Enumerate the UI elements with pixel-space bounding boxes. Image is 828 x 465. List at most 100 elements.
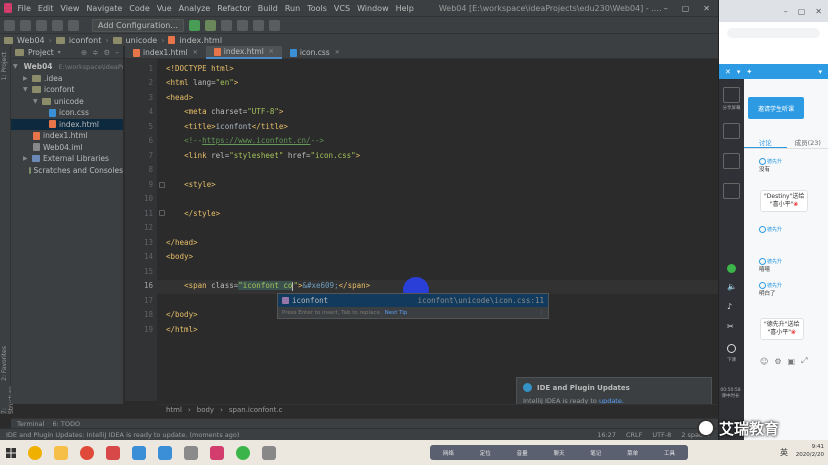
tray-item[interactable]: 工具 <box>664 449 675 457</box>
menu-view[interactable]: View <box>60 4 79 13</box>
app-icon[interactable] <box>262 445 276 460</box>
menu-tools[interactable]: Tools <box>307 4 327 13</box>
close-tab-icon[interactable]: ✕ <box>193 49 198 56</box>
app-icon[interactable] <box>184 445 198 460</box>
crumb-span[interactable]: span.iconfont.c <box>229 406 283 414</box>
minimize-icon[interactable]: – <box>664 4 668 13</box>
project-tool-tab[interactable]: 1: Project <box>1 52 8 80</box>
app-icon[interactable] <box>236 445 250 460</box>
star-icon[interactable]: ✦ <box>746 68 752 76</box>
maximize-icon[interactable]: ▢ <box>798 7 806 16</box>
menu-code[interactable]: Code <box>129 4 149 13</box>
back-icon[interactable] <box>52 19 63 31</box>
app-icon[interactable] <box>158 445 172 460</box>
menu-run[interactable]: Run <box>285 4 300 13</box>
tree-item-index1-html[interactable]: index1.html <box>11 130 123 142</box>
tab-icon-css[interactable]: icon.css ✕ <box>282 46 348 59</box>
tree-item-icon-css[interactable]: icon.css <box>11 107 123 119</box>
favorites-tool-tab[interactable]: 2: Favorites <box>1 346 8 381</box>
search-icon[interactable] <box>28 445 42 460</box>
stop-icon[interactable] <box>236 19 248 31</box>
music-icon[interactable]: ♪ <box>727 302 736 311</box>
settings-icon[interactable]: ⚙ <box>774 357 781 366</box>
code-editor[interactable]: <!DOCTYPE html> <html lang="en"> <head> … <box>157 59 718 401</box>
tray-item[interactable]: 定位 <box>480 449 491 457</box>
maximize-icon[interactable]: ▢ <box>682 4 690 13</box>
document-icon[interactable] <box>723 183 740 199</box>
tray-item[interactable]: 笔记 <box>590 449 601 457</box>
project-structure-icon[interactable] <box>252 19 264 31</box>
system-clock[interactable]: 9:41 2020/2/20 <box>796 443 824 459</box>
emoji-icon[interactable]: ☺ <box>760 357 768 366</box>
menu-file[interactable]: File <box>18 4 31 13</box>
menu-window[interactable]: Window <box>357 4 389 13</box>
collapse-icon[interactable]: ▾ <box>818 68 828 76</box>
tree-item-web04-iml[interactable]: Web04.iml <box>11 142 123 154</box>
share-screen-icon[interactable] <box>723 87 740 103</box>
chevron-right-icon[interactable]: ▶ <box>23 75 29 82</box>
crumb-body[interactable]: body <box>197 406 214 414</box>
tab-discussion[interactable]: 讨论 <box>744 137 787 148</box>
run-icon[interactable] <box>188 19 200 31</box>
tray-item[interactable]: 网络 <box>443 449 454 457</box>
terminal-tab[interactable]: Terminal <box>17 420 44 428</box>
end-class-icon[interactable] <box>727 344 736 353</box>
line-separator[interactable]: CRLF <box>626 431 642 439</box>
file-explorer-icon[interactable] <box>54 445 68 460</box>
search-icon[interactable] <box>268 19 280 31</box>
input-method-indicator[interactable]: 英 <box>780 447 788 458</box>
video-icon[interactable] <box>723 153 740 169</box>
chevron-down-icon[interactable]: ▾ <box>737 68 741 76</box>
file-encoding[interactable]: UTF-8 <box>652 431 671 439</box>
app-icon[interactable] <box>132 445 146 460</box>
chevron-down-icon[interactable]: ▼ <box>13 63 18 70</box>
next-tip-link[interactable]: Next Tip <box>385 310 408 316</box>
sync-icon[interactable] <box>36 19 47 31</box>
menu-help[interactable]: Help <box>396 4 414 13</box>
menu-refactor[interactable]: Refactor <box>217 4 251 13</box>
menu-vcs[interactable]: VCS <box>334 4 350 13</box>
collapse-icon[interactable]: ≑ <box>92 48 98 57</box>
windows-start-icon[interactable] <box>0 440 22 465</box>
speaker-icon[interactable]: 🔈 <box>727 282 737 291</box>
fold-marker-icon[interactable] <box>159 210 165 216</box>
chevron-right-icon[interactable]: ▶ <box>23 155 29 162</box>
project-view-dropdown[interactable]: Project <box>28 48 54 57</box>
chevron-down-icon[interactable]: ▼ <box>33 98 39 105</box>
locate-icon[interactable]: ⊕ <box>81 48 87 57</box>
coverage-icon[interactable] <box>220 19 232 31</box>
tray-item[interactable]: 菜单 <box>627 449 638 457</box>
fold-marker-icon[interactable] <box>159 182 165 188</box>
menu-analyze[interactable]: Analyze <box>179 4 211 13</box>
intellij-icon[interactable] <box>210 445 224 460</box>
completion-item[interactable]: iconfont iconfont\unicode\icon.css:11 <box>278 294 548 307</box>
chrome-icon[interactable] <box>80 445 94 460</box>
breadcrumb-web04[interactable]: Web04 <box>17 36 45 45</box>
save-icon[interactable] <box>20 19 31 31</box>
invite-students-button[interactable]: 邀请学生听课 <box>748 97 804 119</box>
chevron-down-icon[interactable]: ▼ <box>23 86 29 93</box>
breadcrumb-unicode[interactable]: unicode <box>126 36 158 45</box>
tree-item-web04[interactable]: ▼ Web04 E:\workspace\ideaProjects\edu <box>11 61 123 73</box>
tree-item-unicode[interactable]: ▼ unicode <box>11 96 123 108</box>
app-icon[interactable] <box>106 445 120 460</box>
debug-icon[interactable] <box>204 19 216 31</box>
gear-icon[interactable]: ⚙ <box>104 48 111 57</box>
image-icon[interactable]: ▣ <box>788 357 796 366</box>
tools-icon[interactable]: ✂ <box>727 322 736 331</box>
tab-members[interactable]: 成员(23) <box>787 137 828 148</box>
tree-item-idea[interactable]: ▶ .idea <box>11 73 123 85</box>
menu-vue[interactable]: Vue <box>157 4 172 13</box>
whiteboard-icon[interactable] <box>723 123 740 139</box>
close-icon[interactable]: ✕ <box>703 4 710 13</box>
chevron-down-icon[interactable]: ▾ <box>58 49 61 56</box>
tree-item-iconfont[interactable]: ▼ iconfont <box>11 84 123 96</box>
hide-icon[interactable]: – <box>115 48 119 57</box>
pin-icon[interactable]: ✕ <box>725 68 731 76</box>
add-configuration-button[interactable]: Add Configuration... <box>92 18 184 32</box>
status-message[interactable]: IDE and Plugin Updates: IntelliJ IDEA is… <box>6 431 239 439</box>
caret-position[interactable]: 16:27 <box>597 431 616 439</box>
tree-item-index-html[interactable]: index.html <box>11 118 123 130</box>
open-folder-icon[interactable] <box>4 19 15 31</box>
tray-item[interactable]: 音量 <box>517 449 528 457</box>
